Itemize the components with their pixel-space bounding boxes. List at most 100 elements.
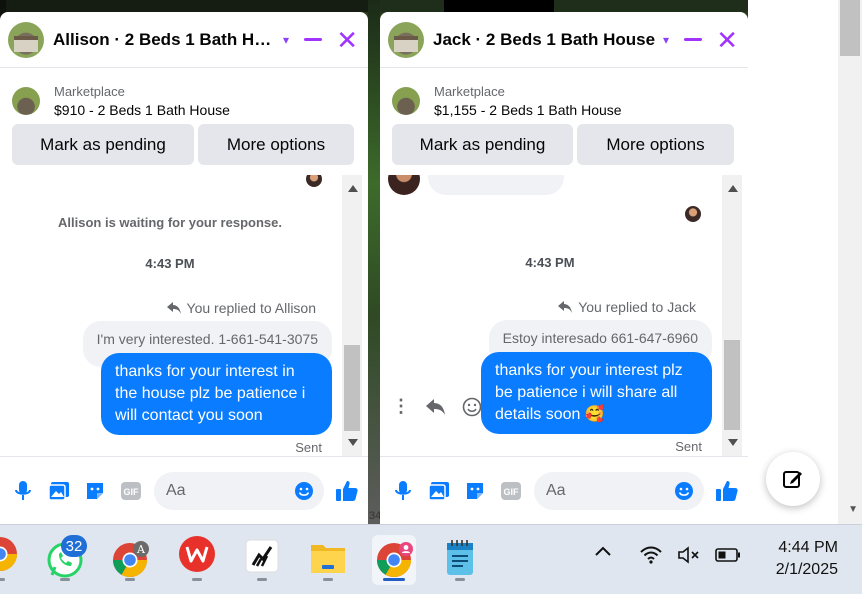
listing-thumbnail — [12, 86, 40, 115]
battery-icon — [715, 548, 740, 562]
timestamp: 4:43 PM — [525, 255, 575, 270]
chevron-up-icon — [595, 546, 611, 556]
svg-text:GIF: GIF — [504, 487, 520, 497]
chrome-icon — [0, 537, 17, 571]
taskbar-chrome[interactable] — [0, 535, 22, 585]
gif-icon[interactable]: GIF — [118, 478, 144, 504]
chat-title[interactable]: Jack · 2 Beds 1 Bath House — [433, 30, 655, 50]
marketplace-listing[interactable]: Marketplace $1,155 - 2 Beds 1 Bath House — [380, 68, 748, 122]
reply-indicator-label: You replied to Jack — [578, 299, 696, 315]
chevron-down-icon[interactable]: ▾ — [663, 33, 669, 47]
sent-message-bubble[interactable]: thanks for your interest plz be patience… — [481, 352, 712, 434]
more-options-button[interactable]: More options — [198, 124, 354, 165]
taskbar-notepad[interactable] — [438, 535, 482, 585]
show-hidden-icons-button[interactable] — [594, 545, 612, 557]
listing-title: $1,155 - 2 Beds 1 Bath House — [434, 101, 622, 118]
close-icon[interactable]: ✕ — [336, 27, 358, 53]
minimize-icon[interactable] — [684, 38, 703, 41]
emoji-icon[interactable] — [294, 481, 314, 501]
chat-header[interactable]: Jack · 2 Beds 1 Bath House ▾ ✕ — [380, 12, 748, 68]
listing-title: $910 - 2 Beds 1 Bath House — [54, 101, 230, 118]
message-thread: Allison is waiting for your response. 4:… — [0, 175, 368, 456]
notepad-icon — [447, 540, 473, 575]
chat-title[interactable]: Allison · 2 Beds 1 Bath House — [53, 30, 275, 50]
wps-office-icon — [179, 536, 215, 572]
message-thread: 4:43 PM You replied to Jack Estoy intere… — [380, 175, 748, 456]
message-input[interactable] — [166, 481, 294, 500]
read-receipt-avatar — [685, 206, 701, 222]
svg-text:GIF: GIF — [124, 487, 140, 497]
like-icon[interactable] — [334, 478, 360, 504]
browser-page-area: ▼ — [748, 0, 862, 524]
react-icon[interactable] — [462, 397, 482, 417]
read-receipt-avatar — [306, 175, 322, 187]
chat-window-jack: Jack · 2 Beds 1 Bath House ▾ ✕ Marketpla… — [380, 12, 748, 524]
thread-scrollbar[interactable] — [342, 175, 362, 456]
mark-as-pending-button[interactable]: Mark as pending — [12, 124, 194, 165]
reply-action-icon[interactable] — [426, 398, 446, 415]
file-explorer-icon — [311, 545, 345, 573]
message-composer: GIF — [380, 456, 748, 524]
thread-scrollbar[interactable] — [722, 175, 742, 456]
contact-avatar — [388, 175, 420, 195]
taskbar-whatsapp[interactable]: 32 — [43, 535, 87, 585]
message-composer: GIF — [0, 456, 368, 524]
system-tray[interactable] — [639, 545, 741, 565]
clock-time: 4:44 PM — [778, 539, 838, 556]
close-icon[interactable]: ✕ — [716, 27, 738, 53]
message-status: Sent — [295, 440, 322, 455]
mark-as-pending-button[interactable]: Mark as pending — [392, 124, 573, 165]
desktop-background-top — [380, 0, 748, 12]
reply-indicator-label: You replied to Allison — [186, 300, 316, 316]
chevron-down-icon[interactable]: ▾ — [283, 33, 289, 47]
microphone-icon[interactable] — [10, 478, 36, 504]
listing-avatar[interactable] — [8, 21, 44, 58]
taskbar-chrome-active[interactable] — [372, 535, 416, 585]
previous-message-bubble — [428, 175, 564, 195]
clock-date: 2/1/2025 — [775, 561, 838, 578]
chat-window-allison: Allison · 2 Beds 1 Bath House ▾ ✕ Market… — [0, 12, 368, 524]
chrome-active-icon — [377, 542, 413, 577]
microphone-icon[interactable] — [390, 478, 416, 504]
marketplace-label: Marketplace — [434, 83, 505, 99]
compose-icon — [783, 471, 802, 488]
taskbar-chrome-profile[interactable]: A — [108, 535, 152, 585]
marketplace-listing[interactable]: Marketplace $910 - 2 Beds 1 Bath House — [0, 68, 368, 122]
message-input-container[interactable] — [534, 471, 704, 510]
message-status: Sent — [675, 439, 702, 454]
unread-badge: 32 — [61, 535, 87, 557]
chat-header[interactable]: Allison · 2 Beds 1 Bath House ▾ ✕ — [0, 12, 368, 68]
reply-indicator: You replied to Jack — [558, 299, 696, 315]
page-scrollbar[interactable]: ▼ — [838, 0, 862, 524]
minimize-icon[interactable] — [304, 38, 323, 41]
sticker-icon[interactable] — [462, 478, 488, 504]
chrome-profile-icon: A — [113, 541, 149, 577]
reply-icon — [166, 302, 181, 314]
more-options-button[interactable]: More options — [577, 124, 734, 165]
emoji-icon[interactable] — [674, 481, 694, 501]
sent-message-bubble[interactable]: thanks for your interest in the house pl… — [101, 353, 332, 435]
volume-muted-icon — [678, 546, 699, 564]
wifi-icon — [640, 546, 662, 564]
stocks-app-icon — [245, 539, 279, 573]
more-actions-icon[interactable]: ⋮ — [392, 396, 410, 417]
sticker-icon[interactable] — [82, 478, 108, 504]
gif-icon[interactable]: GIF — [498, 478, 524, 504]
taskbar-file-explorer[interactable] — [306, 535, 350, 585]
like-icon[interactable] — [714, 478, 740, 504]
photo-icon[interactable] — [426, 478, 452, 504]
message-input[interactable] — [546, 481, 674, 500]
svg-text:A: A — [136, 543, 146, 556]
listing-avatar[interactable] — [388, 21, 424, 58]
desktop-background-gap — [368, 0, 380, 524]
taskbar-wps-office[interactable] — [175, 535, 219, 585]
listing-thumbnail — [392, 86, 420, 115]
timestamp: 4:43 PM — [145, 256, 195, 271]
photo-icon[interactable] — [46, 478, 72, 504]
reply-icon — [558, 301, 573, 313]
new-message-button[interactable] — [766, 452, 820, 506]
message-input-container[interactable] — [154, 471, 324, 510]
taskbar: 32 A 4:44 PM 2/1/2025 — [0, 524, 862, 594]
system-clock[interactable]: 4:44 PM 2/1/2025 — [758, 537, 838, 581]
taskbar-stocks-app[interactable] — [240, 535, 284, 585]
